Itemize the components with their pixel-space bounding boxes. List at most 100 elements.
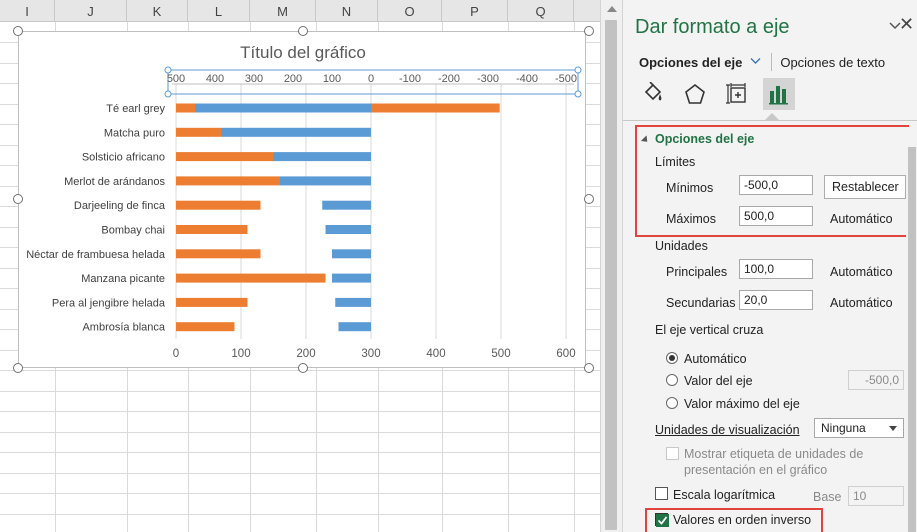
base-input[interactable]: 10 bbox=[848, 486, 904, 506]
chart-handle-bottom-center[interactable] bbox=[298, 363, 308, 373]
column-header-n[interactable]: N bbox=[316, 0, 378, 22]
category-label: Néctar de frambuesa helada bbox=[26, 249, 166, 261]
secondary-axis-tick-label: 100 bbox=[323, 73, 341, 85]
category-label: Pera al jengibre helada bbox=[52, 297, 166, 309]
bar-series-2 bbox=[221, 127, 371, 137]
paint-bucket-icon[interactable] bbox=[637, 78, 669, 110]
column-header-m[interactable]: M bbox=[250, 0, 316, 22]
pane-tabs: Opciones del eje Opciones de texto bbox=[639, 52, 885, 72]
major-auto-label[interactable]: Automático bbox=[830, 265, 893, 279]
bar-series-2 bbox=[332, 273, 371, 283]
major-units-input[interactable]: 100,0 bbox=[739, 259, 813, 279]
column-header-row: IJKLMNOPQ bbox=[0, 0, 600, 22]
bar-series-1 bbox=[176, 249, 261, 259]
format-axis-pane: Dar formato a eje ✕ Opciones del eje Opc… bbox=[622, 0, 917, 532]
bar-series-2 bbox=[332, 249, 371, 259]
column-header-p[interactable]: P bbox=[442, 0, 508, 22]
category-label: Ambrosía blanca bbox=[82, 322, 165, 334]
dropdown-arrow-icon bbox=[889, 426, 897, 431]
bar-series-1 bbox=[176, 225, 248, 234]
tab-axis-options[interactable]: Opciones del eje bbox=[639, 55, 742, 70]
log-scale-label[interactable]: Escala logarítmica bbox=[673, 488, 775, 502]
chart-handle-middle-right[interactable] bbox=[584, 194, 594, 204]
chart-svg: Título del gráfico 500 400 300 200 100 0 -100 -2… bbox=[26, 43, 582, 360]
axis-value-input[interactable]: -500,0 bbox=[848, 370, 904, 390]
radio-axis-value[interactable] bbox=[666, 374, 678, 386]
bar-series-1 bbox=[176, 297, 248, 307]
bar-series-1 bbox=[176, 322, 235, 332]
show-units-label-line1: Mostrar etiqueta de unidades de bbox=[684, 447, 864, 461]
grid-row-line bbox=[0, 514, 600, 515]
column-header-k[interactable]: K bbox=[127, 0, 188, 22]
category-label: Bombay chai bbox=[101, 225, 165, 237]
category-label: Matcha puro bbox=[104, 127, 165, 139]
radio-automatic-label[interactable]: Automático bbox=[684, 352, 747, 366]
sheet-vertical-scrollbar[interactable] bbox=[600, 0, 622, 532]
column-header-j[interactable]: J bbox=[55, 0, 127, 22]
radio-max-axis-value-label[interactable]: Valor máximo del eje bbox=[684, 397, 800, 411]
column-header-o[interactable]: O bbox=[378, 0, 442, 22]
chevron-down-icon[interactable] bbox=[750, 56, 761, 68]
column-header-i[interactable]: I bbox=[0, 0, 55, 22]
scroll-up-icon[interactable] bbox=[607, 6, 617, 12]
column-header-l[interactable]: L bbox=[188, 0, 250, 22]
chart-handle-bottom-left[interactable] bbox=[13, 363, 23, 373]
secondary-axis-tick-label: -200 bbox=[438, 73, 460, 85]
bar-series-1 bbox=[176, 127, 222, 137]
log-scale-checkbox[interactable] bbox=[655, 487, 668, 500]
pane-icon-row bbox=[637, 78, 795, 112]
chart-handle-top-right[interactable] bbox=[584, 26, 594, 36]
chart-handle-top-center[interactable] bbox=[298, 26, 308, 36]
pane-title: Dar formato a eje bbox=[635, 16, 790, 38]
bar-series-2 bbox=[335, 297, 371, 307]
column-header-q[interactable]: Q bbox=[508, 0, 574, 22]
primary-axis-tick-label: 600 bbox=[556, 348, 575, 360]
size-properties-icon[interactable] bbox=[721, 78, 753, 110]
bar-series-1 bbox=[176, 176, 280, 186]
secondary-axis-tick-label: 0 bbox=[368, 73, 374, 85]
bar-series-2 bbox=[322, 200, 371, 210]
secondary-axis-tick-label: -500 bbox=[555, 73, 577, 85]
minor-auto-label[interactable]: Automático bbox=[830, 296, 893, 310]
worksheet[interactable]: IJKLMNOPQ Título del gráfico 500 400 300 200… bbox=[0, 0, 600, 532]
chart-area[interactable]: Título del gráfico 500 400 300 200 100 0 -100 -2… bbox=[18, 31, 586, 368]
category-label: Manzana picante bbox=[81, 273, 165, 285]
secondary-axis-tick-label: 200 bbox=[284, 73, 302, 85]
show-units-label-line2: presentación en el gráfico bbox=[684, 463, 828, 477]
minor-units-input[interactable]: 20,0 bbox=[739, 290, 813, 310]
bar-series-1 bbox=[176, 152, 274, 162]
grid-row-line bbox=[0, 432, 600, 433]
display-units-value: Ninguna bbox=[821, 421, 866, 435]
pentagon-icon[interactable] bbox=[679, 78, 711, 110]
show-units-label-checkbox[interactable] bbox=[666, 447, 679, 460]
pane-vertical-scrollbar[interactable] bbox=[906, 127, 917, 532]
bar-series-2 bbox=[338, 322, 371, 332]
radio-automatic[interactable] bbox=[666, 352, 678, 364]
radio-axis-value-label[interactable]: Valor del eje bbox=[684, 374, 753, 388]
tab-separator bbox=[771, 53, 773, 71]
tab-text-options[interactable]: Opciones de texto bbox=[780, 55, 885, 70]
primary-axis-tick-label: 300 bbox=[361, 348, 380, 360]
scrollbar-thumb[interactable] bbox=[605, 20, 617, 530]
close-icon[interactable]: ✕ bbox=[899, 14, 914, 35]
category-label: Solsticio africano bbox=[82, 152, 165, 164]
secondary-axis-tick-label: -300 bbox=[477, 73, 499, 85]
grid-row-line bbox=[0, 473, 600, 474]
primary-axis-tick-label: 500 bbox=[491, 348, 510, 360]
display-units-label: Unidades de visualización bbox=[655, 423, 800, 437]
pane-scrollbar-thumb[interactable] bbox=[908, 147, 916, 532]
chart-handle-bottom-right[interactable] bbox=[584, 363, 594, 373]
major-units-label: Principales bbox=[666, 265, 728, 279]
chart-handle-top-left[interactable] bbox=[13, 26, 23, 36]
radio-max-axis-value[interactable] bbox=[666, 397, 678, 409]
bar-chart-icon[interactable] bbox=[763, 78, 795, 110]
vertical-axis-crosses-label: El eje vertical cruza bbox=[655, 323, 764, 337]
bar-series-1 bbox=[176, 200, 261, 210]
secondary-axis-tick-label: 500 bbox=[167, 73, 185, 85]
grid-row-line bbox=[0, 452, 600, 453]
primary-axis-tick-label: 0 bbox=[173, 348, 179, 360]
category-label: Darjeeling de finca bbox=[74, 200, 166, 212]
chart-handle-middle-left[interactable] bbox=[13, 194, 23, 204]
units-label: Unidades bbox=[655, 239, 708, 253]
display-units-select[interactable]: Ninguna bbox=[814, 418, 904, 438]
